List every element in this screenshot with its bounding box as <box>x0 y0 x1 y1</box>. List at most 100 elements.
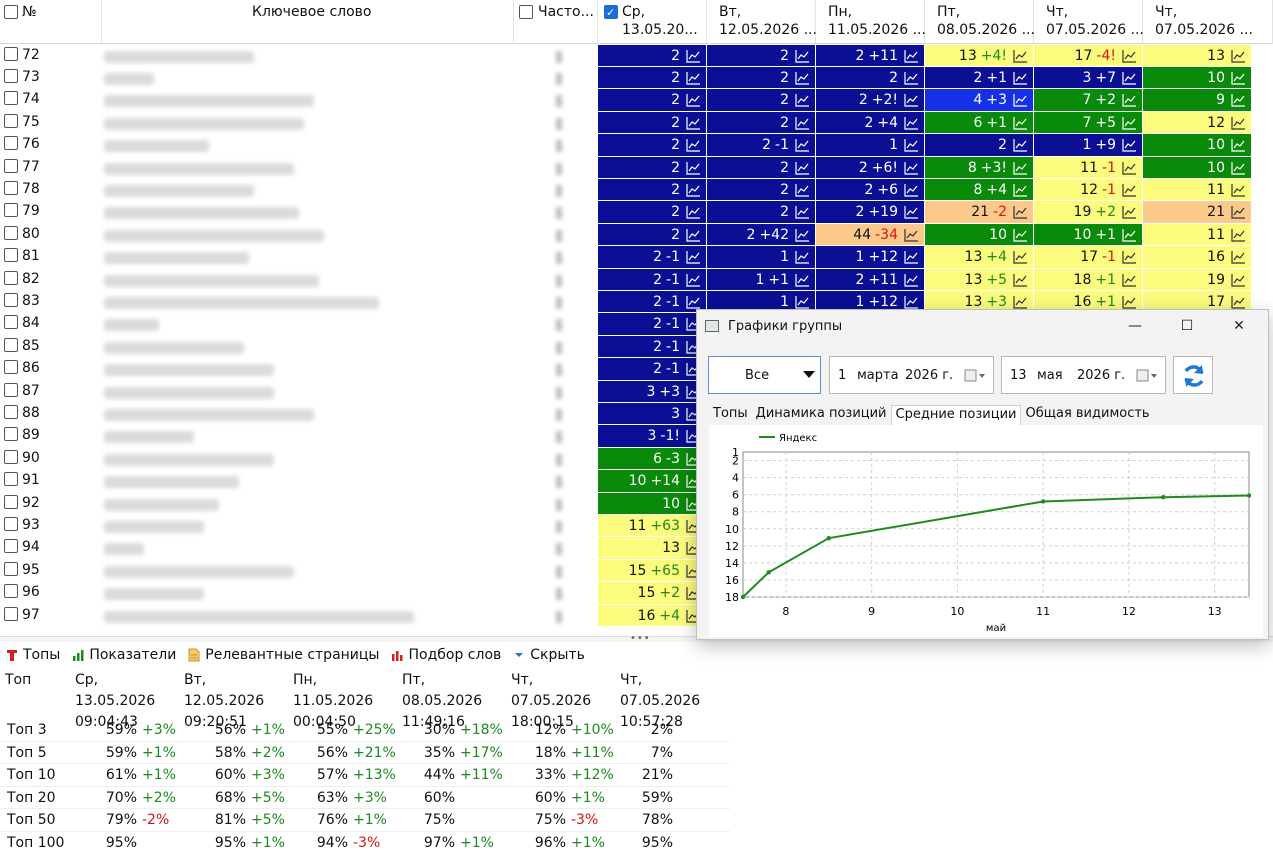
line-chart-icon[interactable] <box>1231 71 1246 85</box>
keyword-cell-blurred[interactable] <box>104 207 299 220</box>
keyword-cell-blurred[interactable] <box>104 140 209 153</box>
row-checkbox[interactable] <box>4 427 18 442</box>
tab-tops-chart[interactable]: Топы <box>709 405 752 425</box>
line-chart-icon[interactable] <box>904 250 919 264</box>
line-chart-icon[interactable] <box>904 161 919 175</box>
keyword-cell-blurred[interactable] <box>104 73 154 85</box>
column-header-date[interactable]: Пн, 11.05.2026 ... <box>816 0 926 44</box>
refresh-button[interactable] <box>1173 356 1213 394</box>
tab-word-selection[interactable]: Подбор слов <box>391 647 501 663</box>
position-cell[interactable]: 1 <box>707 246 816 269</box>
position-cell[interactable]: 2 <box>598 201 707 224</box>
position-cell[interactable]: 13 <box>1143 44 1252 67</box>
keyword-cell-blurred[interactable] <box>104 543 144 556</box>
line-chart-icon[interactable] <box>904 93 919 107</box>
tops-row[interactable]: Топ 3 59% +3% 56% +1% 55% +25% 30% +18% 12% +10% 2% <box>0 719 730 742</box>
position-cell[interactable]: 10 <box>1143 134 1252 157</box>
keyword-cell-blurred[interactable] <box>104 274 319 287</box>
position-cell[interactable]: 7 +5 <box>1034 111 1143 135</box>
row-checkbox[interactable] <box>4 337 18 352</box>
keyword-cell-blurred[interactable] <box>104 409 314 421</box>
keyword-cell-blurred[interactable] <box>104 50 254 63</box>
keyword-cell-blurred[interactable] <box>104 185 254 197</box>
position-cell[interactable]: 3 <box>598 403 707 426</box>
line-chart-icon[interactable] <box>1122 138 1137 152</box>
line-chart-icon[interactable] <box>1231 116 1246 130</box>
date-from-picker-month[interactable]: марта <box>857 368 899 383</box>
line-chart-icon[interactable] <box>904 183 919 197</box>
row-number-cell[interactable]: 77 <box>4 158 40 175</box>
line-chart-icon[interactable] <box>686 295 701 309</box>
line-chart-icon[interactable] <box>795 49 810 63</box>
position-cell[interactable]: 2 <box>816 67 925 90</box>
row-checkbox[interactable] <box>4 606 18 621</box>
row-number-cell[interactable]: 89 <box>4 427 40 443</box>
tops-column-header[interactable]: Пт, 08.05.2026 11:49:16 <box>402 670 482 730</box>
row-number-cell[interactable]: 82 <box>4 270 40 287</box>
position-cell[interactable]: 12 -1 <box>1034 179 1143 202</box>
line-chart-icon[interactable] <box>686 138 701 152</box>
position-cell[interactable]: 2 +19 <box>816 201 925 224</box>
line-chart-icon[interactable] <box>1122 71 1137 85</box>
position-cell[interactable]: 2 <box>707 156 816 179</box>
column-header-date[interactable]: Чт, 07.05.2026 ... <box>1143 0 1273 44</box>
line-chart-icon[interactable] <box>904 228 919 242</box>
line-chart-icon[interactable] <box>686 273 701 287</box>
row-checkbox[interactable] <box>4 203 18 218</box>
row-number-cell[interactable]: 75 <box>4 113 40 130</box>
position-cell[interactable]: 2 +11 <box>816 268 925 291</box>
position-cell[interactable]: 2 <box>707 201 816 224</box>
position-cell[interactable]: 13 +4 <box>925 246 1034 269</box>
maximize-button[interactable]: ☐ <box>1172 314 1202 338</box>
row-number-cell[interactable]: 91 <box>4 472 40 488</box>
keyword-cell-blurred[interactable] <box>104 386 274 399</box>
tab-relevant-pages[interactable]: Релевантные страницы <box>188 647 379 663</box>
keyword-cell-blurred[interactable] <box>104 341 244 354</box>
row-checkbox[interactable] <box>4 69 18 83</box>
tab-overall-visibility[interactable]: Общая видимость <box>1021 405 1153 425</box>
line-chart-icon[interactable] <box>1122 273 1137 287</box>
row-number-cell[interactable]: 93 <box>4 517 40 533</box>
keyword-cell-blurred[interactable] <box>104 162 294 175</box>
table-row[interactable]: 74 2 2 2 +2! 4 +3 7 +2 9 <box>0 89 1273 112</box>
row-number-cell[interactable]: 85 <box>4 337 40 354</box>
position-cell[interactable]: 44 -34 <box>816 223 925 247</box>
row-number-cell[interactable]: 80 <box>4 225 40 242</box>
position-cell[interactable]: 2 <box>598 111 707 135</box>
row-number-cell[interactable]: 84 <box>4 315 40 331</box>
row-number-cell[interactable]: 96 <box>4 584 40 600</box>
table-row[interactable]: 75 2 2 2 +4 6 +1 7 +5 12 <box>0 111 1273 135</box>
position-cell[interactable]: 1 +1 <box>707 268 816 291</box>
keyword-cell-blurred[interactable] <box>104 431 194 444</box>
position-cell[interactable]: 17 -1 <box>1034 246 1143 269</box>
hide-panel-button[interactable]: Скрыть <box>513 647 585 663</box>
position-cell[interactable]: 2 <box>707 89 816 112</box>
row-number-cell[interactable]: 86 <box>4 360 40 376</box>
line-chart-icon[interactable] <box>1231 161 1246 175</box>
row-number-cell[interactable]: 94 <box>4 539 40 555</box>
keyword-cell-blurred[interactable] <box>104 588 204 601</box>
row-number-cell[interactable]: 73 <box>4 69 40 85</box>
position-cell[interactable]: 13 +4! <box>925 44 1034 67</box>
position-cell[interactable]: 2 <box>707 44 816 67</box>
position-cell[interactable]: 4 +3 <box>925 89 1034 112</box>
keyword-cell-blurred[interactable] <box>104 364 274 377</box>
line-chart-icon[interactable] <box>1122 183 1137 197</box>
tops-row[interactable]: Топ 5 59% +1% 58% +2% 56% +21% 35% +17% 18% +11% 7% <box>0 742 730 764</box>
position-cell[interactable]: 15 +2 <box>598 582 707 605</box>
position-cell[interactable]: 2 <box>707 111 816 135</box>
tab-average-positions[interactable]: Средние позиции <box>890 405 1022 425</box>
keyword-cell-blurred[interactable] <box>104 521 204 533</box>
position-cell[interactable]: 2 <box>598 44 707 67</box>
line-chart-icon[interactable] <box>795 228 810 242</box>
line-chart-icon[interactable] <box>795 93 810 107</box>
row-checkbox[interactable] <box>4 382 18 397</box>
position-cell[interactable]: 2 -1 <box>598 313 707 336</box>
row-checkbox[interactable] <box>4 293 18 307</box>
row-checkbox[interactable] <box>4 181 18 195</box>
tops-column-header[interactable]: Пн, 11.05.2026 00:04:50 <box>293 670 373 730</box>
row-checkbox[interactable] <box>4 539 18 554</box>
line-chart-icon[interactable] <box>686 228 701 242</box>
line-chart-icon[interactable] <box>1231 138 1246 152</box>
position-cell[interactable]: 11 -1 <box>1034 156 1143 179</box>
